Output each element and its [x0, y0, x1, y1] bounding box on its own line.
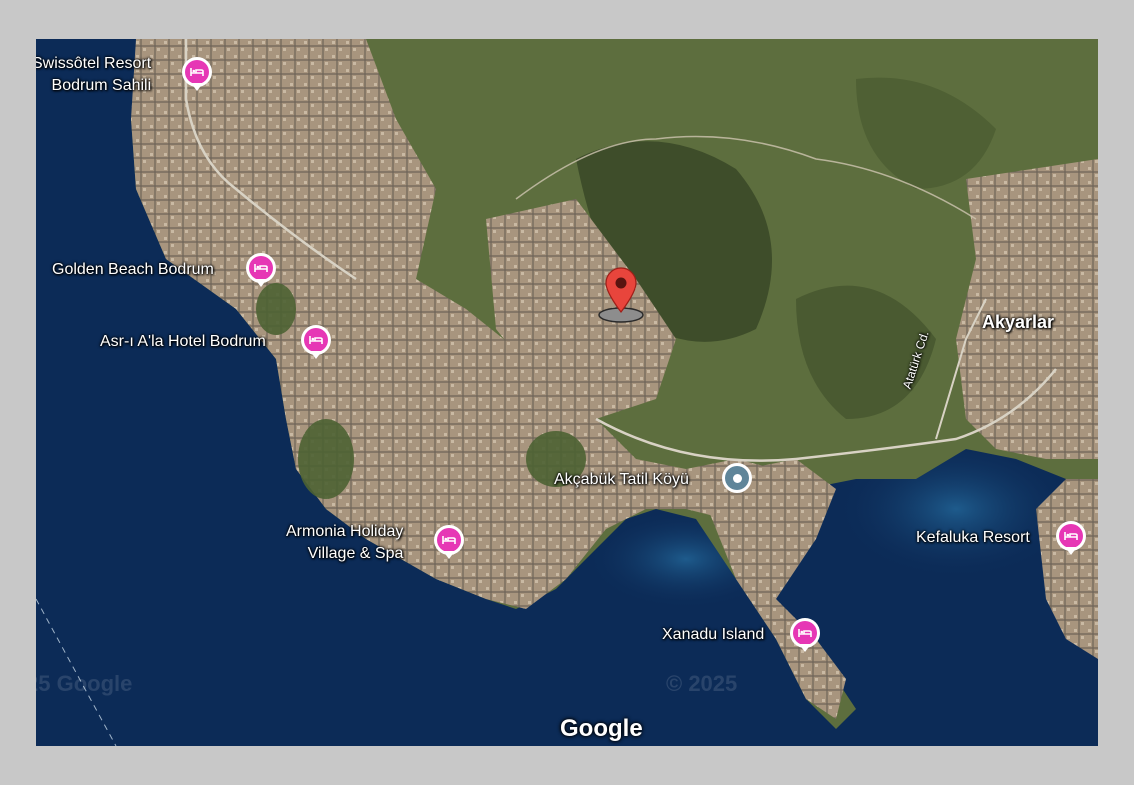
armonia-label-line1: Armonia Holiday — [286, 523, 404, 540]
kefaluka-label[interactable]: Kefaluka Resort — [916, 527, 1030, 549]
town-label-akyarlar[interactable]: Akyarlar — [982, 311, 1054, 333]
asr-ala-marker[interactable] — [301, 325, 331, 361]
place-icon — [732, 473, 742, 483]
xanadu-marker[interactable] — [790, 618, 820, 654]
swissotel-label[interactable]: Swissôtel Resort Bodrum Sahili — [36, 53, 151, 97]
hotel-icon — [254, 264, 268, 272]
satellite-imagery — [36, 39, 1098, 746]
akcabuk-label[interactable]: Akçabük Tatil Köyü — [554, 469, 689, 491]
swissotel-label-line1: Swissôtel Resort — [36, 55, 152, 72]
watermark-right: © 2025 — [666, 671, 738, 696]
swissotel-label-line2: Bodrum Sahili — [51, 77, 152, 94]
hotel-icon — [190, 68, 204, 76]
selected-location-pin[interactable] — [596, 265, 646, 325]
asr-ala-label[interactable]: Asr-ı A'la Hotel Bodrum — [100, 331, 266, 353]
golden-beach-marker[interactable] — [246, 253, 276, 289]
hotel-icon — [798, 629, 812, 637]
hotel-icon — [442, 536, 456, 544]
hotel-icon — [309, 336, 323, 344]
armonia-label[interactable]: Armonia Holiday Village & Spa — [286, 521, 403, 565]
armonia-label-line2: Village & Spa — [307, 545, 404, 562]
kefaluka-marker[interactable] — [1056, 521, 1086, 557]
google-logo: Google — [560, 715, 643, 742]
armonia-marker[interactable] — [434, 525, 464, 561]
golden-beach-label[interactable]: Golden Beach Bodrum — [52, 259, 214, 281]
hotel-icon — [1064, 532, 1078, 540]
location-pin-icon — [598, 267, 644, 323]
watermark-left: 25 Google — [36, 671, 133, 696]
map-view[interactable]: 25 Google © 2025 Swissôtel Resort Bodrum… — [36, 39, 1098, 746]
xanadu-label[interactable]: Xanadu Island — [662, 624, 764, 646]
akcabuk-marker[interactable] — [722, 463, 752, 493]
swissotel-marker[interactable] — [182, 57, 212, 93]
